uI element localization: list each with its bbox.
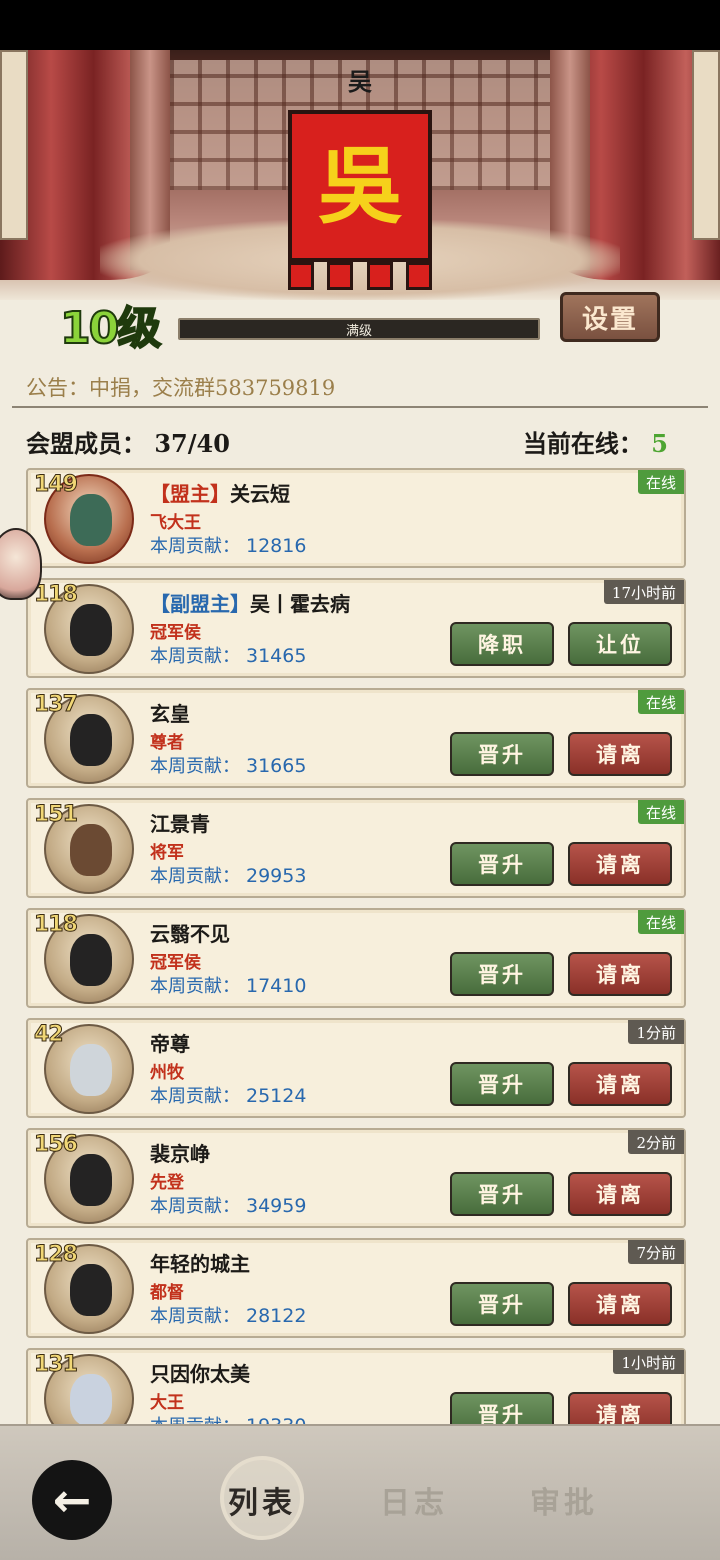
member-contribution: 本周贡献： 25124 (150, 1085, 307, 1107)
kick-button[interactable]: 请离 (568, 842, 672, 886)
kick-button[interactable]: 请离 (568, 1282, 672, 1326)
member-status: 7分前 (628, 1240, 684, 1264)
status-bar (0, 0, 720, 50)
member-role: 【盟主】 (150, 482, 230, 506)
back-arrow-icon[interactable]: ← (32, 1460, 112, 1540)
member-title: 先登 (150, 1173, 184, 1193)
member-title: 州牧 (150, 1063, 184, 1083)
promote-button[interactable]: 晋升 (450, 732, 554, 776)
member-status: 2分前 (628, 1130, 684, 1154)
member-contribution: 本周贡献： 34959 (150, 1195, 307, 1217)
member-level: 118 (34, 912, 79, 938)
member-row[interactable]: 118 【副盟主】吴丨霍去病 冠军侯 本周贡献： 31465 17小时前 降职 让… (26, 578, 686, 678)
guild-level: 10级 (59, 302, 162, 355)
banner-tails (288, 262, 432, 290)
member-row[interactable]: 118 云翳不见 冠军侯 本周贡献： 17410 在线 晋升 请离 (26, 908, 686, 1008)
tab-approve[interactable]: 审批 (530, 1478, 598, 1522)
member-contribution: 本周贡献： 12816 (150, 535, 307, 557)
member-row[interactable]: 42 帝尊 州牧 本周贡献： 25124 1分前 晋升 请离 (26, 1018, 686, 1118)
banner-glyph: 吳 (317, 136, 402, 235)
member-level: 151 (34, 802, 79, 828)
settings-button[interactable]: 设置 (560, 292, 660, 342)
promote-button[interactable]: 晋升 (450, 952, 554, 996)
member-contribution: 本周贡献：19330 (150, 1412, 306, 1424)
level-bar-label: 满级 (345, 323, 372, 339)
kick-button[interactable]: 请离 (568, 952, 672, 996)
member-name: 裴京峥 (150, 1142, 210, 1166)
member-row[interactable]: 149 【盟主】关云短 飞大王 本周贡献： 12816 在线 (26, 468, 686, 568)
side-panel-right (692, 50, 720, 240)
member-row[interactable]: 128 年轻的城主 都督 本周贡献： 28122 7分前 晋升 请离 (26, 1238, 686, 1338)
promote-button[interactable]: 晋升 (450, 1392, 554, 1424)
kick-button[interactable]: 请离 (568, 1392, 672, 1424)
online-count-value: 5 (651, 429, 668, 458)
member-role: 【副盟主】 (150, 592, 250, 616)
member-title: 冠军侯 (150, 623, 201, 643)
faction-name: 吴 (348, 67, 372, 96)
member-title: 将军 (150, 843, 184, 863)
kick-button[interactable]: 请离 (568, 1062, 672, 1106)
promote-button[interactable]: 晋升 (450, 1172, 554, 1216)
promote-button[interactable]: 晋升 (450, 1282, 554, 1326)
side-panel-left (0, 50, 28, 240)
member-contribution: 本周贡献： 28122 (150, 1305, 307, 1327)
transfer-leader-button[interactable]: 让位 (568, 622, 672, 666)
member-level: 137 (34, 692, 79, 718)
member-count-value: 37/40 (154, 429, 230, 458)
member-name: 只因你太美 (150, 1362, 250, 1386)
member-name: 玄皇 (150, 702, 190, 726)
member-row[interactable]: 151 江景青 将军 本周贡献： 29953 在线 晋升 请离 (26, 798, 686, 898)
member-level: 156 (34, 1132, 79, 1158)
member-name: 帝尊 (150, 1032, 190, 1056)
member-status: 在线 (637, 690, 684, 714)
member-level: 131 (34, 1352, 79, 1378)
level-progress-bar: 满级 (178, 318, 540, 340)
promote-button[interactable]: 晋升 (450, 842, 554, 886)
member-status: 在线 (637, 910, 684, 934)
online-count: 当前在线： 5 (523, 424, 668, 459)
member-title: 尊者 (150, 733, 184, 753)
member-row[interactable]: 156 裴京峥 先登 本周贡献： 34959 2分前 晋升 请离 (26, 1128, 686, 1228)
tab-list[interactable]: 列表 (228, 1478, 296, 1522)
member-level: 118 (34, 582, 79, 608)
member-status: 在线 (637, 800, 684, 824)
member-row[interactable]: 131 只因你太美 大王 本周贡献：19330 1小时前 晋升 请离 (26, 1348, 686, 1424)
member-status: 1分前 (628, 1020, 684, 1044)
member-name: 【盟主】关云短 (150, 482, 290, 506)
demote-button[interactable]: 降职 (450, 622, 554, 666)
member-count-label: 会盟成员： (26, 429, 146, 458)
member-status: 17小时前 (603, 580, 684, 604)
tab-log[interactable]: 日志 (380, 1478, 448, 1522)
member-level: 42 (34, 1022, 65, 1048)
member-status: 在线 (637, 470, 684, 494)
member-contribution: 本周贡献： 29953 (150, 865, 307, 887)
member-name: 云翳不见 (150, 922, 230, 946)
member-title: 冠军侯 (150, 953, 201, 973)
member-title: 大王 (150, 1393, 184, 1413)
faction-banner: 吳 (288, 110, 432, 262)
online-count-label: 当前在线： (522, 429, 643, 458)
guild-notice: 公告：中捐，交流群583759819 (26, 376, 336, 400)
divider (12, 406, 708, 408)
member-status: 1小时前 (613, 1350, 684, 1374)
member-name: 年轻的城主 (150, 1252, 250, 1276)
member-title: 都督 (150, 1283, 184, 1303)
member-contribution: 本周贡献： 31465 (150, 645, 307, 667)
member-count: 会盟成员： 37/40 (26, 424, 230, 459)
member-row[interactable]: 137 玄皇 尊者 本周贡献： 31665 在线 晋升 请离 (26, 688, 686, 788)
member-level: 149 (34, 472, 79, 498)
kick-button[interactable]: 请离 (568, 1172, 672, 1216)
member-name: 【副盟主】吴丨霍去病 (150, 592, 350, 616)
promote-button[interactable]: 晋升 (450, 1062, 554, 1106)
member-name: 江景青 (150, 812, 210, 836)
member-level: 128 (34, 1242, 79, 1268)
member-list[interactable]: 149 【盟主】关云短 飞大王 本周贡献： 12816 在线 118 【副盟主】吴… (0, 468, 720, 1424)
member-contribution: 本周贡献： 17410 (150, 975, 307, 997)
kick-button[interactable]: 请离 (568, 732, 672, 776)
member-title: 飞大王 (150, 513, 201, 533)
member-contribution: 本周贡献： 31665 (150, 755, 307, 777)
